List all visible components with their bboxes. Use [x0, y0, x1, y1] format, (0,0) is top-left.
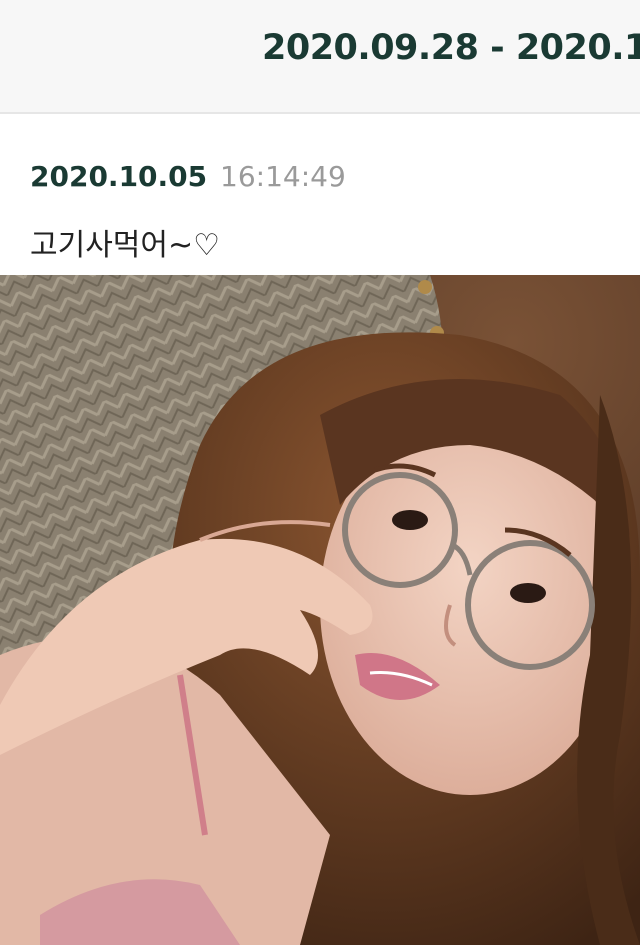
post-meta: 2020.10.05 16:14:49 [30, 160, 346, 193]
header-bar: 2020.09.28 - 2020.10. [0, 0, 640, 114]
date-range-label[interactable]: 2020.09.28 - 2020.10. [262, 28, 640, 68]
post-date: 2020.10.05 [30, 160, 208, 193]
post-photo[interactable] [0, 275, 640, 945]
post-time: 16:14:49 [220, 160, 346, 193]
selfie-photo-illustration [0, 275, 640, 945]
post-text: 고기사먹어~♡ [30, 228, 221, 263]
